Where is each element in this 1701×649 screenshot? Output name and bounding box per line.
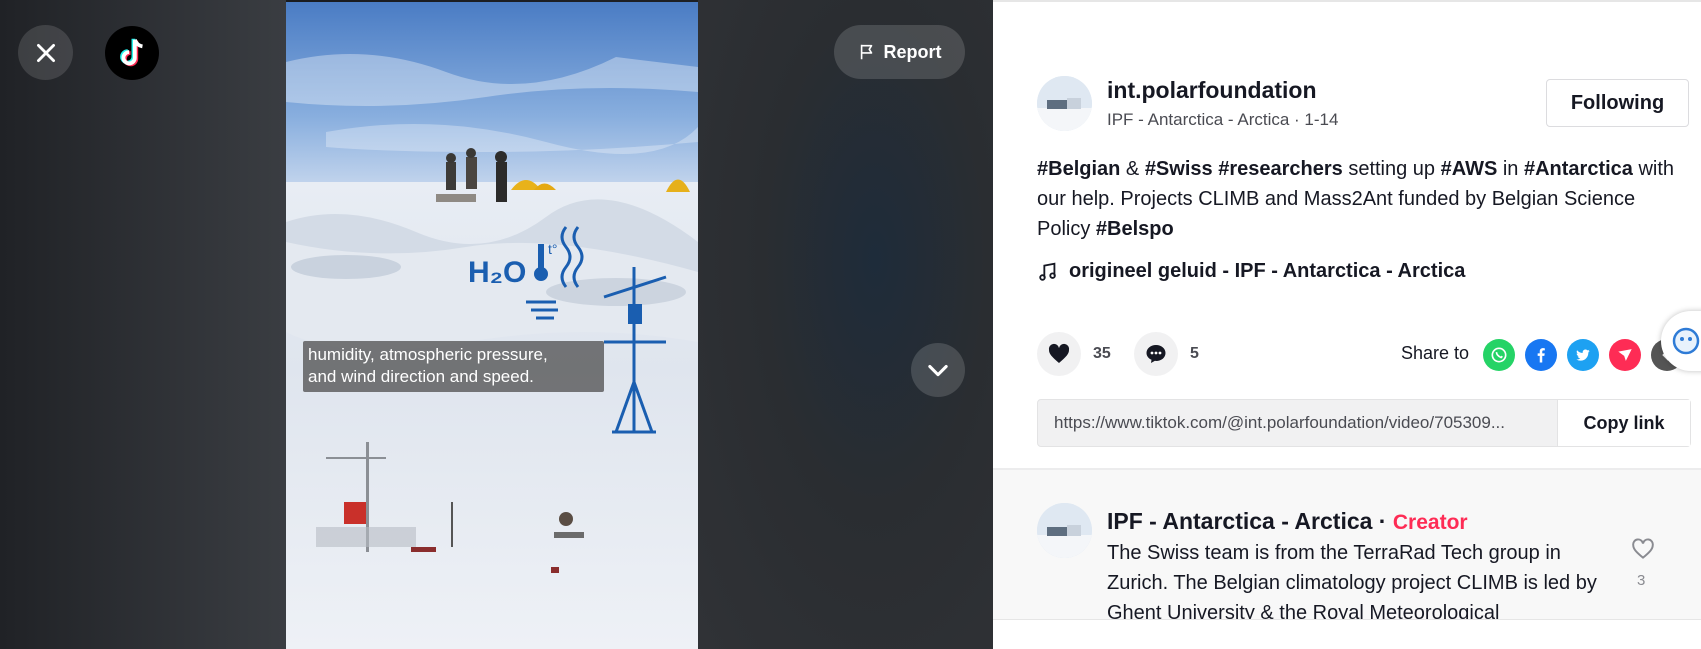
video-backdrop-left bbox=[0, 0, 286, 649]
author-subline: IPF - Antarctica - Arctica · 1-14 bbox=[1107, 110, 1339, 129]
whatsapp-icon bbox=[1491, 347, 1507, 363]
comment-author-name: IPF - Antarctica - Arctica bbox=[1107, 508, 1373, 534]
share-link-url[interactable]: https://www.tiktok.com/@int.polarfoundat… bbox=[1038, 413, 1557, 433]
caption-line-2: and wind direction and speed. bbox=[308, 367, 534, 386]
hashtag-link[interactable]: #researchers bbox=[1218, 158, 1343, 180]
avatar-image bbox=[1037, 503, 1092, 558]
video-area: H₂O t° humidity, atmospheric pressure, a… bbox=[0, 0, 993, 649]
description-text: & bbox=[1120, 158, 1145, 180]
comment-like-heart-icon[interactable] bbox=[1630, 536, 1656, 562]
music-link[interactable]: origineel geluid - IPF - Antarctica - Ar… bbox=[1037, 260, 1465, 283]
hashtag-link[interactable]: #Antarctica bbox=[1524, 158, 1633, 180]
chevron-down-icon bbox=[928, 364, 948, 377]
comment-count: 5 bbox=[1190, 345, 1199, 362]
copy-link-button[interactable]: Copy link bbox=[1557, 400, 1690, 446]
share-telegram-button[interactable] bbox=[1609, 339, 1641, 371]
video-player[interactable]: H₂O t° bbox=[286, 2, 698, 649]
report-label: Report bbox=[883, 41, 942, 62]
video-frame-image: H₂O t° bbox=[286, 2, 698, 649]
share-whatsapp-button[interactable] bbox=[1483, 339, 1515, 371]
caption-line-1: humidity, atmospheric pressure, bbox=[308, 345, 548, 364]
report-button[interactable]: Report bbox=[834, 25, 965, 79]
share-facebook-button[interactable] bbox=[1525, 339, 1557, 371]
twitter-icon bbox=[1576, 349, 1590, 361]
next-video-button[interactable] bbox=[911, 343, 965, 397]
description-text: setting up bbox=[1342, 158, 1441, 180]
creator-badge: Creator bbox=[1392, 511, 1468, 534]
share-link-box: https://www.tiktok.com/@int.polarfoundat… bbox=[1037, 399, 1691, 447]
hashtag-link[interactable]: #Belgian bbox=[1037, 158, 1120, 180]
video-caption: humidity, atmospheric pressure, and wind… bbox=[303, 341, 604, 392]
hashtag-link[interactable]: #Swiss bbox=[1145, 158, 1213, 180]
comment-like-count: 3 bbox=[1637, 572, 1646, 589]
like-action: 35 bbox=[1037, 332, 1111, 376]
author-avatar[interactable] bbox=[1037, 76, 1092, 131]
comment-author[interactable]: IPF - Antarctica - Arctica · Creator bbox=[1107, 508, 1468, 535]
panel-top-border bbox=[993, 0, 1701, 2]
video-viewer: H₂O t° humidity, atmospheric pressure, a… bbox=[0, 0, 1701, 649]
comment-input-area bbox=[993, 619, 1701, 649]
video-backdrop-right bbox=[698, 0, 993, 649]
comment-button[interactable] bbox=[1134, 332, 1178, 376]
comment-text: The Swiss team is from the TerraRad Tech… bbox=[1107, 542, 1597, 620]
video-description: #Belgian & #Swiss #researchers setting u… bbox=[1037, 154, 1677, 244]
comment-author-separator: · bbox=[1372, 508, 1393, 534]
paper-plane-icon bbox=[1618, 349, 1632, 361]
flag-icon bbox=[860, 44, 872, 60]
info-panel: int.polarfoundation IPF - Antarctica - A… bbox=[993, 0, 1701, 649]
like-count: 35 bbox=[1093, 345, 1111, 362]
video-overlay-temp: t° bbox=[548, 241, 558, 257]
comment-icon bbox=[1146, 345, 1166, 363]
description-text: in bbox=[1497, 158, 1524, 180]
music-label: origineel geluid - IPF - Antarctica - Ar… bbox=[1069, 260, 1466, 282]
support-chat-icon bbox=[1672, 327, 1700, 355]
close-icon bbox=[36, 43, 55, 62]
tiktok-logo[interactable] bbox=[105, 26, 159, 80]
like-button[interactable] bbox=[1037, 332, 1081, 376]
tiktok-logo-icon bbox=[120, 38, 143, 67]
hashtag-link[interactable]: #Belspo bbox=[1096, 218, 1174, 240]
following-button[interactable]: Following bbox=[1546, 79, 1689, 127]
avatar-image bbox=[1037, 76, 1092, 131]
music-note-icon bbox=[1039, 262, 1056, 281]
comment-action: 5 bbox=[1134, 332, 1199, 376]
facebook-icon bbox=[1537, 348, 1545, 363]
video-overlay-h2o: H₂O bbox=[468, 256, 526, 289]
heart-icon bbox=[1048, 343, 1070, 363]
comment-author-avatar[interactable] bbox=[1037, 503, 1092, 558]
close-button[interactable] bbox=[18, 25, 73, 80]
hashtag-link[interactable]: #AWS bbox=[1441, 158, 1498, 180]
author-username[interactable]: int.polarfoundation bbox=[1107, 77, 1317, 104]
share-label: Share to bbox=[1401, 343, 1470, 363]
share-twitter-button[interactable] bbox=[1567, 339, 1599, 371]
